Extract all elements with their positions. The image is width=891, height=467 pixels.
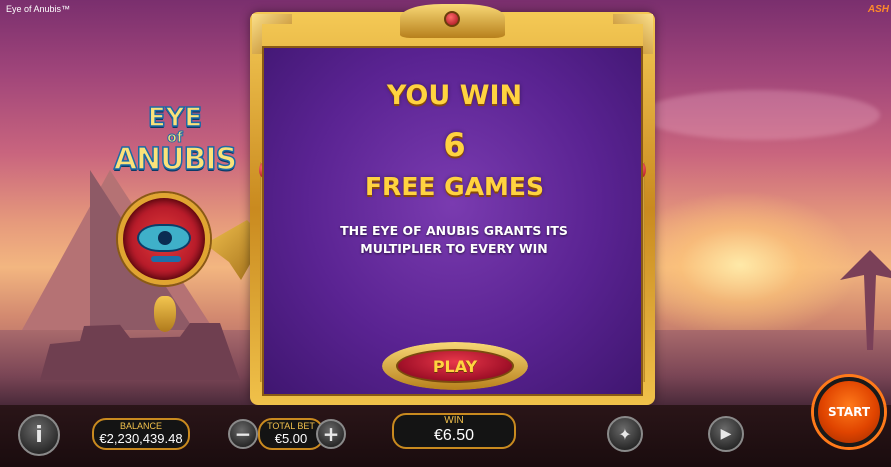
free-games-label: FREE GAMES: [364, 172, 545, 201]
free-games-count: 6: [443, 126, 466, 164]
start-spin-button[interactable]: START: [814, 377, 884, 447]
amulet-pendant: [154, 296, 176, 332]
play-button-frame: PLAY: [382, 342, 528, 390]
ruby-gem-icon: [444, 11, 460, 27]
eye-of-horus-medallion: [118, 193, 210, 285]
sunset-glow: [620, 190, 860, 340]
balance-display: BALANCE €2,230,439.48: [92, 418, 190, 450]
win-display: WIN €6.50: [392, 413, 516, 449]
eye-icon: [137, 224, 191, 252]
minus-icon: −: [234, 422, 252, 446]
game-scene: Eye of Anubis™ ASH EYE of ANUBIS ™ YOU W…: [0, 0, 891, 405]
turbo-button[interactable]: ✦: [607, 416, 643, 452]
plus-icon: +: [322, 422, 340, 446]
free-games-dialog: YOU WIN 6 FREE GAMES THE EYE OF ANUBIS G…: [250, 4, 655, 405]
cloud: [640, 90, 880, 140]
autoplay-icon: ▶: [720, 426, 732, 442]
game-title: Eye of Anubis™: [6, 4, 71, 14]
balance-value: €2,230,439.48: [99, 431, 183, 446]
feature-description: THE EYE OF ANUBIS GRANTS ITS MULTIPLIER …: [340, 223, 568, 256]
control-bar: i BALANCE €2,230,439.48 TOTAL BET €5.00 …: [0, 377, 891, 467]
brand-logo: ASH: [867, 4, 889, 15]
game-logo: EYE of ANUBIS ™: [100, 103, 260, 177]
win-value: €6.50: [433, 427, 475, 444]
total-bet-label: TOTAL BET: [267, 421, 315, 431]
logo-line-anubis: ANUBIS: [113, 142, 238, 177]
total-bet-value: €5.00: [274, 431, 308, 446]
autoplay-button[interactable]: ▶: [708, 416, 744, 452]
dialog-panel: YOU WIN 6 FREE GAMES THE EYE OF ANUBIS G…: [262, 46, 643, 396]
increase-bet-button[interactable]: +: [316, 419, 346, 449]
info-button[interactable]: i: [18, 414, 60, 456]
eye-pupil: [158, 231, 172, 245]
start-label: START: [827, 405, 871, 419]
balance-label: BALANCE: [119, 421, 163, 431]
win-title: YOU WIN: [386, 80, 523, 111]
info-icon: i: [35, 422, 43, 448]
scarab-ornament: [400, 4, 505, 38]
decrease-bet-button[interactable]: −: [228, 419, 258, 449]
play-button[interactable]: PLAY: [396, 349, 514, 383]
win-label: WIN: [444, 415, 464, 426]
lightning-icon: ✦: [618, 424, 632, 444]
logo-line-eye: EYE: [147, 103, 203, 133]
eye-marking: [151, 256, 181, 262]
play-label: PLAY: [432, 356, 478, 376]
total-bet-display: TOTAL BET €5.00: [258, 418, 324, 450]
